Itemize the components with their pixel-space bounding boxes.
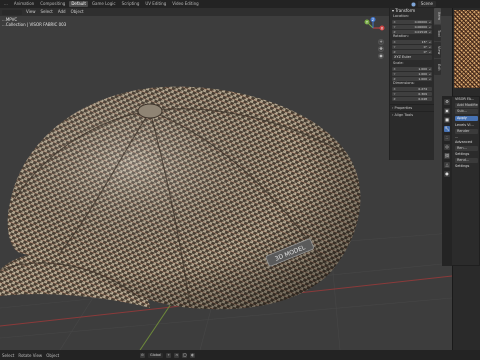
axis-gizmo[interactable]: X Y Z	[357, 17, 389, 39]
snap-icon[interactable]: ⌖	[166, 352, 172, 358]
dimensions-y-field[interactable]: Y 0.309	[392, 92, 432, 96]
status-object: Object	[46, 352, 60, 358]
advanced-subpanel[interactable]: Advanced	[453, 140, 480, 145]
object-menu[interactable]: Object	[70, 9, 85, 15]
scale-y-field[interactable]: Y 1.000 🔓︎	[392, 72, 432, 76]
sidebar-n-panel: ▾ Transform Location: X 0.00000 🔓︎ Y 0.0000…	[389, 8, 434, 160]
overlay-icon[interactable]: ◐	[190, 352, 196, 358]
newsboy-cap-model[interactable]: 3D MODEL	[0, 86, 361, 310]
lock-icon[interactable]: 🔓︎	[428, 72, 432, 76]
location-x-field[interactable]: X 0.00000 🔓︎	[392, 20, 432, 24]
object-icon[interactable]: ■	[444, 117, 450, 123]
lock-icon[interactable]: 🔓︎	[428, 30, 432, 34]
rotation-z-field[interactable]: Z 0° 🔓︎	[392, 50, 432, 54]
add-menu[interactable]: Add	[57, 9, 67, 15]
add-modifier-dropdown[interactable]: Add Modifier	[455, 103, 478, 108]
viewport-info: ...MPVC ...Collection | VISOR FABRIC 003	[2, 17, 66, 27]
navigation-gizmo[interactable]: X Y Z + ✥ ◉	[357, 17, 389, 61]
transform-orientation-dropdown[interactable]: Global	[148, 352, 164, 358]
data-icon[interactable]: △	[444, 162, 450, 168]
sidebar-tabs: Item Tool View Edit	[434, 8, 442, 88]
camera-icon[interactable]: ◉	[378, 53, 384, 59]
location-label: Location:	[393, 14, 409, 18]
rotation-mode-dropdown[interactable]: XYZ Euler	[392, 55, 432, 60]
physics-icon[interactable]: ◎	[444, 144, 450, 150]
render-icon[interactable]: ▣	[444, 108, 450, 114]
status-rotate-view: Rotate View	[18, 352, 43, 358]
view-menu[interactable]: View	[25, 9, 37, 15]
workspace-tab-default[interactable]: Default	[69, 1, 88, 7]
status-bar: Select Rotate View Object	[0, 350, 480, 360]
wrench-icon[interactable]: 🔧︎	[444, 126, 450, 132]
render-levels-field[interactable]: Render	[455, 129, 478, 134]
workspace-tab-scripting[interactable]: Scripting	[120, 1, 142, 7]
lock-icon[interactable]: 🔓︎	[428, 50, 432, 54]
apply-button[interactable]: Apply	[455, 116, 478, 121]
scale-x-field[interactable]: X 1.000 🔓︎	[392, 67, 432, 71]
scene-name[interactable]: Scene	[417, 1, 436, 7]
levels-viewport-label: Levels Vi...	[455, 123, 474, 127]
properties-tabs: ⚙ ▣ ■ 🔧︎ ∴ ◎ ⛓︎ △ ●	[442, 96, 452, 266]
texture-preview[interactable]	[454, 10, 480, 88]
select-menu[interactable]: Select	[40, 9, 54, 15]
lock-icon[interactable]: 🔓︎	[428, 67, 432, 71]
tab-view[interactable]: View	[434, 42, 441, 58]
tool-icon[interactable]: ⚙	[444, 99, 450, 105]
tab-edit[interactable]: Edit	[434, 59, 441, 75]
workspace-tab-animation[interactable]: Animation	[12, 1, 36, 7]
constraints-icon[interactable]: ⛓︎	[444, 153, 450, 159]
modifier-name-field[interactable]: Sub...	[455, 109, 478, 114]
particles-icon[interactable]: ∴	[444, 135, 450, 141]
scale-label: Scale:	[393, 61, 404, 65]
render-settings-field[interactable]: Rend...	[455, 158, 478, 163]
lock-icon[interactable]: 🔓︎	[428, 77, 432, 81]
properties-subpanel[interactable]: › Properties	[390, 104, 434, 111]
settings-label-2: Settings	[455, 164, 470, 168]
modifier-panel: VISOR FA... Add Modifier Sub... Apply Le…	[453, 97, 480, 265]
material-icon[interactable]: ●	[444, 171, 450, 177]
workspace-tab-compositing[interactable]: Compositing	[38, 1, 67, 7]
rotation-y-field[interactable]: Y 0° 🔓︎	[392, 45, 432, 49]
proportional-icon[interactable]: ◯	[182, 352, 188, 358]
tab-tool[interactable]: Tool	[434, 25, 441, 41]
lock-icon[interactable]: 🔓︎	[428, 45, 432, 49]
tab-item[interactable]: Item	[434, 8, 441, 24]
object-name: VISOR FA...	[455, 97, 475, 101]
status-select: Select	[2, 352, 15, 358]
dimensions-label: Dimensions:	[393, 81, 415, 85]
mode-selector[interactable]	[2, 9, 22, 15]
workspace-tab-uv-editing[interactable]: UV Editing	[143, 1, 168, 7]
lock-icon[interactable]: 🔓︎	[428, 40, 432, 44]
location-y-field[interactable]: Y 0.00000 🔓︎	[392, 25, 432, 29]
viewport-header: View Select Add Object	[0, 8, 452, 16]
lock-icon[interactable]: 🔓︎	[428, 25, 432, 29]
pivot-icon[interactable]: ⊙	[140, 352, 145, 358]
render-subpanel[interactable]: Ren...	[455, 146, 478, 151]
scene-icon	[411, 2, 416, 6]
viewport-footer-tools: ⊙ Global ⌖ ∩ ◯ ◐	[140, 351, 196, 359]
magnet-icon[interactable]: ∩	[174, 352, 180, 358]
dimensions-z-field[interactable]: Z 0.048	[392, 97, 432, 101]
zoom-icon[interactable]: +	[378, 39, 384, 45]
info-collection: ...Collection | VISOR FABRIC 003	[2, 22, 67, 27]
align-tools-subpanel[interactable]: › Align Tools	[390, 111, 434, 118]
workspace-tab[interactable]: ...	[2, 1, 10, 7]
dimensions-x-field[interactable]: X 0.274	[392, 87, 432, 91]
rotation-x-field[interactable]: X 15° 🔓︎	[392, 40, 432, 44]
workspace-bar: ... Animation Compositing Default Game L…	[0, 0, 480, 8]
scene-selector[interactable]: Scene	[411, 0, 436, 8]
workspace-tab-game-logic[interactable]: Game Logic	[90, 1, 118, 7]
rotation-label: Rotation:	[393, 34, 409, 38]
pan-icon[interactable]: ✥	[378, 46, 384, 52]
settings-label: Settings	[455, 152, 470, 156]
workspace-tab-video-editing[interactable]: Video Editing	[170, 1, 200, 7]
lock-icon[interactable]: 🔓︎	[428, 20, 432, 24]
